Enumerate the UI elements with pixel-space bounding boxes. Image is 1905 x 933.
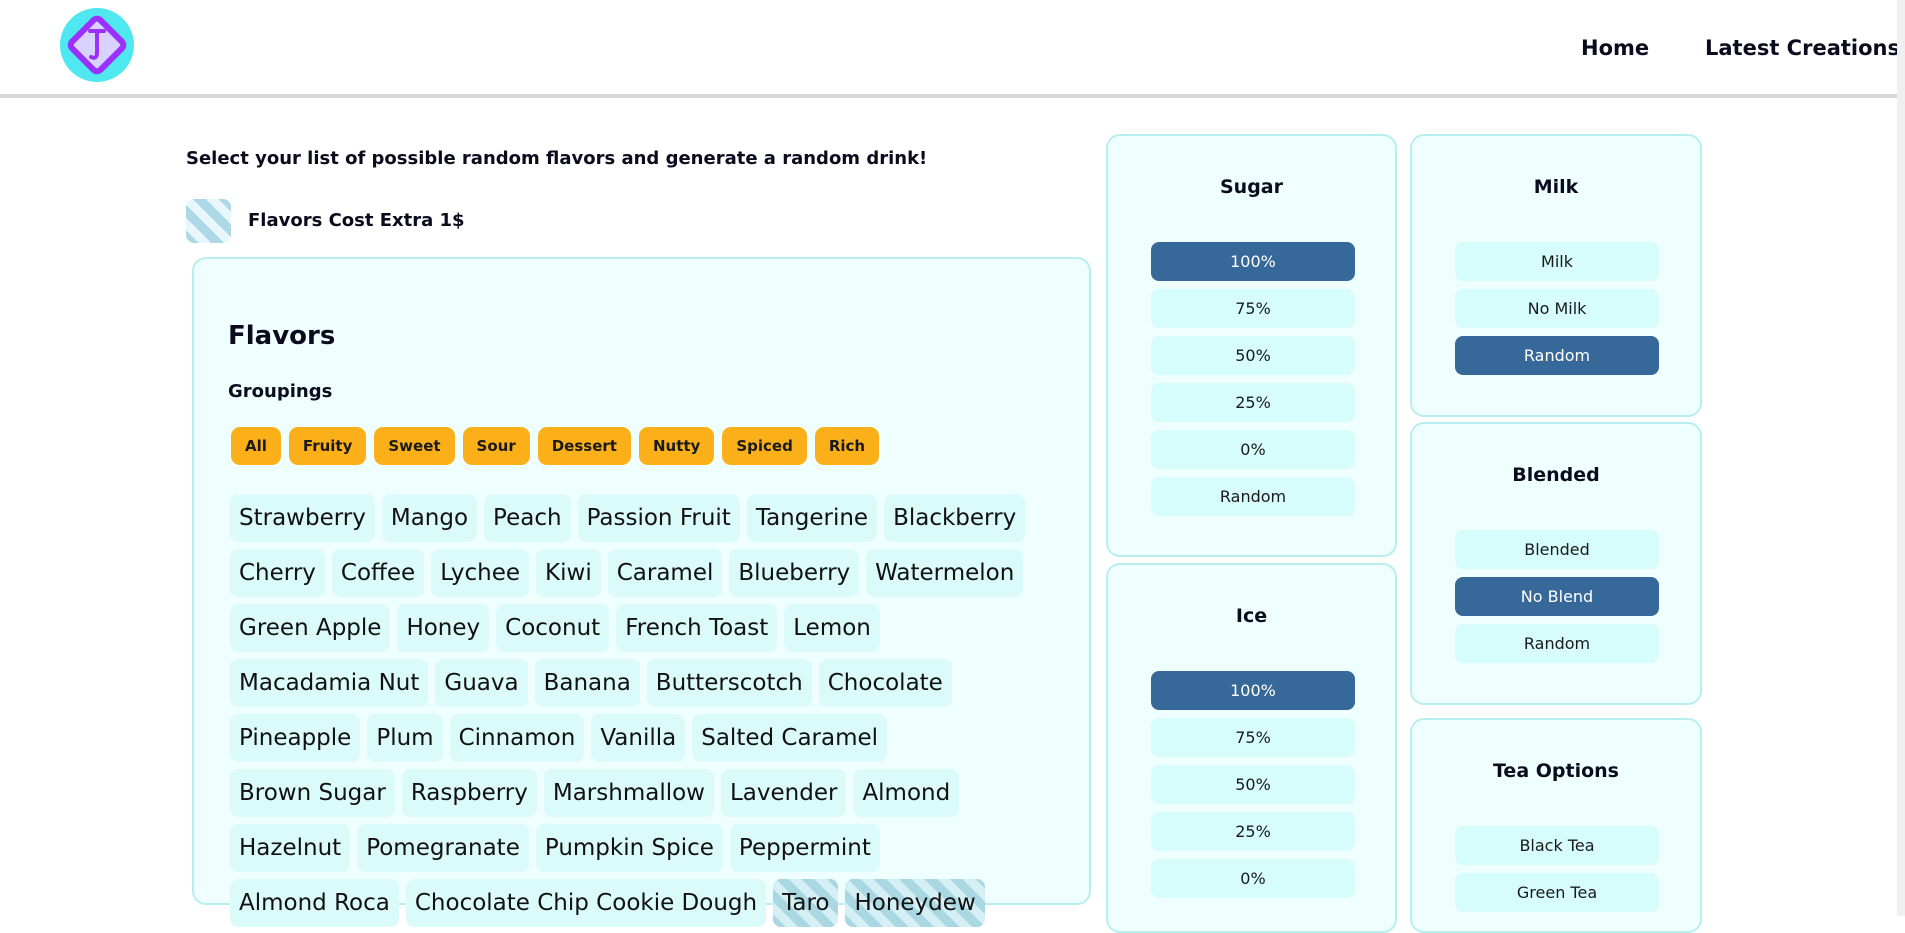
blended-title: Blended	[1512, 464, 1600, 486]
flavor-vanilla[interactable]: Vanilla	[591, 714, 686, 762]
intro-text: Select your list of possible random flav…	[186, 148, 928, 169]
sugar-option-25-percent[interactable]: 25%	[1151, 383, 1355, 422]
flavor-coconut[interactable]: Coconut	[496, 604, 610, 652]
flavor-green-apple[interactable]: Green Apple	[230, 604, 391, 652]
grouping-rich-button[interactable]: Rich	[814, 427, 880, 465]
flavor-french-toast[interactable]: French Toast	[616, 604, 778, 652]
flavor-marshmallow[interactable]: Marshmallow	[543, 769, 714, 817]
groupings-row: All Fruity Sweet Sour Dessert Nutty Spiced Rich	[231, 427, 880, 465]
flavor-cinnamon[interactable]: Cinnamon	[449, 714, 585, 762]
flavor-kiwi[interactable]: Kiwi	[536, 549, 601, 597]
flavor-mango[interactable]: Mango	[381, 494, 478, 542]
groupings-title: Groupings	[228, 381, 333, 402]
milk-panel: Milk Milk No Milk Random	[1410, 134, 1702, 417]
flavor-butterscotch[interactable]: Butterscotch	[646, 659, 812, 707]
flavor-caramel[interactable]: Caramel	[607, 549, 723, 597]
blended-option-random[interactable]: Random	[1455, 624, 1659, 663]
sugar-option-100-percent[interactable]: 100%	[1151, 242, 1355, 281]
sugar-panel: Sugar 100% 75% 50% 25% 0% Random	[1106, 134, 1397, 557]
ice-option-100-percent[interactable]: 100%	[1151, 671, 1355, 710]
sugar-option-random[interactable]: Random	[1151, 477, 1355, 516]
grouping-sour-button[interactable]: Sour	[462, 427, 530, 465]
flavor-almond-roca[interactable]: Almond Roca	[230, 879, 399, 927]
milk-title: Milk	[1533, 176, 1579, 198]
flavor-peppermint[interactable]: Peppermint	[729, 824, 880, 872]
flavor-lychee[interactable]: Lychee	[431, 549, 530, 597]
grouping-spiced-button[interactable]: Spiced	[722, 427, 807, 465]
sugar-title: Sugar	[1219, 176, 1283, 198]
sugar-option-75-percent[interactable]: 75%	[1151, 289, 1355, 328]
flavor-coffee[interactable]: Coffee	[331, 549, 425, 597]
flavor-guava[interactable]: Guava	[435, 659, 528, 707]
flavor-pomegranate[interactable]: Pomegranate	[357, 824, 529, 872]
milk-option-no-milk[interactable]: No Milk	[1455, 289, 1659, 328]
flavor-chocolate[interactable]: Chocolate	[818, 659, 952, 707]
flavor-tangerine[interactable]: Tangerine	[746, 494, 878, 542]
flavors-panel: Flavors Groupings All Fruity Sweet Sour Dess…	[192, 257, 1091, 927]
flavor-watermelon[interactable]: Watermelon	[866, 549, 1024, 597]
flavor-hazelnut[interactable]: Hazelnut	[230, 824, 351, 872]
flavor-blackberry[interactable]: Blackberry	[884, 494, 1026, 542]
blended-option-blended[interactable]: Blended	[1455, 530, 1659, 569]
ice-option-25-percent[interactable]: 25%	[1151, 812, 1355, 851]
flavor-chocolate-chip-cookie-dough[interactable]: Chocolate Chip Cookie Dough	[405, 879, 767, 927]
flavor-honeydew[interactable]: Honeydew	[845, 879, 985, 927]
flavor-lemon[interactable]: Lemon	[784, 604, 880, 652]
ice-option-75-percent[interactable]: 75%	[1151, 718, 1355, 757]
drink-logo-icon[interactable]	[60, 8, 134, 82]
milk-option-milk[interactable]: Milk	[1455, 242, 1659, 281]
nav-home[interactable]: Home	[1581, 36, 1649, 60]
tea-options-title: Tea Options	[1493, 760, 1619, 782]
flavor-pumpkin-spice[interactable]: Pumpkin Spice	[535, 824, 723, 872]
blended-option-no-blend[interactable]: No Blend	[1455, 577, 1659, 616]
site-header: Home Latest Creations	[0, 0, 1905, 98]
flavor-brown-sugar[interactable]: Brown Sugar	[230, 769, 395, 817]
sugar-option-0-percent[interactable]: 0%	[1151, 430, 1355, 469]
grouping-fruity-button[interactable]: Fruity	[288, 427, 367, 465]
flavor-plum[interactable]: Plum	[367, 714, 443, 762]
blended-panel: Blended Blended No Blend Random	[1410, 422, 1702, 705]
flavor-strawberry[interactable]: Strawberry	[230, 494, 375, 542]
flavor-taro[interactable]: Taro	[773, 879, 839, 927]
grouping-sweet-button[interactable]: Sweet	[374, 427, 455, 465]
extra-cost-legend: Flavors Cost Extra 1$	[248, 210, 465, 231]
flavor-cherry[interactable]: Cherry	[230, 549, 325, 597]
page-scrollbar[interactable]	[1897, 0, 1905, 916]
grouping-all-button[interactable]: All	[231, 427, 281, 465]
grouping-dessert-button[interactable]: Dessert	[537, 427, 631, 465]
tea-option-green-tea[interactable]: Green Tea	[1455, 873, 1659, 912]
ice-option-50-percent[interactable]: 50%	[1151, 765, 1355, 804]
flavor-peach[interactable]: Peach	[484, 494, 571, 542]
flavors-title: Flavors	[228, 321, 336, 351]
flavor-honey[interactable]: Honey	[397, 604, 490, 652]
tea-options-panel: Tea Options Black Tea Green Tea	[1410, 718, 1702, 933]
ice-option-0-percent[interactable]: 0%	[1151, 859, 1355, 898]
grouping-nutty-button[interactable]: Nutty	[638, 427, 715, 465]
flavor-pineapple[interactable]: Pineapple	[230, 714, 361, 762]
sugar-option-50-percent[interactable]: 50%	[1151, 336, 1355, 375]
tea-option-black-tea[interactable]: Black Tea	[1455, 826, 1659, 865]
extra-cost-swatch	[186, 199, 231, 243]
flavor-salted-caramel[interactable]: Salted Caramel	[692, 714, 888, 762]
flavor-passion-fruit[interactable]: Passion Fruit	[577, 494, 740, 542]
nav-latest-creations[interactable]: Latest Creations	[1705, 36, 1900, 60]
flavor-list: Strawberry Mango Peach Passion Fruit Tangeri…	[230, 494, 1050, 927]
flavor-lavender[interactable]: Lavender	[720, 769, 847, 817]
flavor-raspberry[interactable]: Raspberry	[401, 769, 537, 817]
flavor-almond[interactable]: Almond	[853, 769, 960, 817]
flavor-macadamia-nut[interactable]: Macadamia Nut	[230, 659, 429, 707]
flavor-blueberry[interactable]: Blueberry	[729, 549, 860, 597]
flavor-banana[interactable]: Banana	[534, 659, 640, 707]
ice-panel: Ice 100% 75% 50% 25% 0%	[1106, 563, 1397, 933]
milk-option-random[interactable]: Random	[1455, 336, 1659, 375]
ice-title: Ice	[1235, 605, 1268, 627]
